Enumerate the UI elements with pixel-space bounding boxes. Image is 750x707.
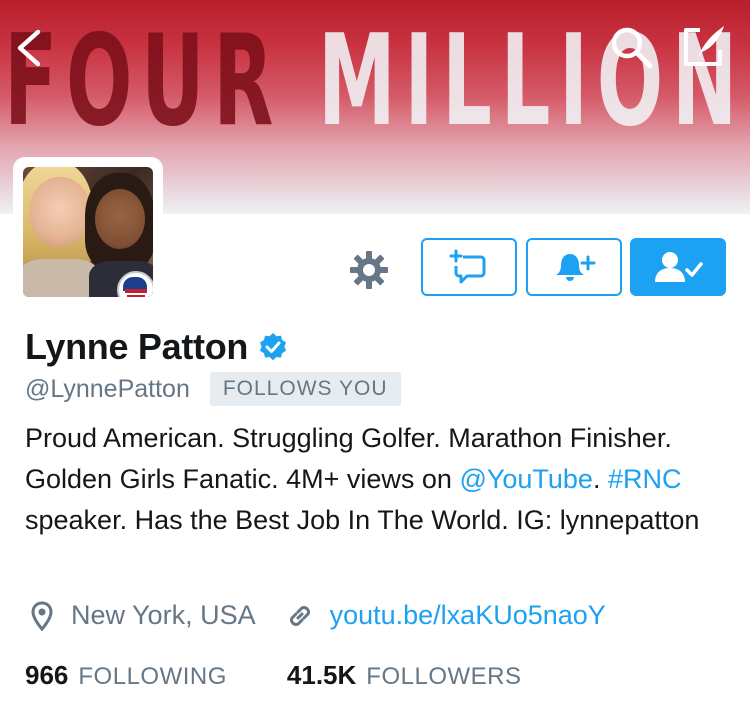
profile-name: Lynne Patton — [25, 326, 249, 367]
followers-count: 41.5K — [286, 660, 357, 690]
avatar-photo — [23, 167, 153, 297]
bio-hashtag-link[interactable]: #RNC — [608, 464, 682, 494]
following-label: FOLLOWING — [78, 663, 227, 690]
bio-mention-link[interactable]: @YouTube — [459, 464, 593, 494]
followers-label: FOLLOWERS — [366, 663, 522, 690]
verified-badge-icon — [260, 333, 287, 361]
location-pin-icon — [31, 600, 53, 631]
profile-name-row: Lynne Patton — [25, 326, 288, 368]
banner-word-1: FOUR — [4, 7, 283, 154]
gear-icon[interactable] — [348, 249, 390, 291]
profile-bio: Proud American. Struggling Golfer. Marat… — [25, 418, 725, 541]
follows-you-badge: FOLLOWS YOU — [209, 372, 401, 406]
notifications-button[interactable] — [526, 238, 622, 296]
followers-stat[interactable]: 41.5K FOLLOWERS — [287, 660, 522, 691]
following-button[interactable] — [630, 238, 726, 296]
profile-url-link[interactable]: youtu.be/lxaKUo5naoY — [330, 600, 606, 631]
direct-message-icon — [449, 249, 486, 284]
bell-plus-icon — [556, 254, 596, 281]
bio-text: . — [592, 464, 608, 494]
direct-message-button[interactable] — [421, 238, 517, 296]
bio-text: speaker. Has the Best Job In The World. … — [25, 505, 700, 535]
profile-avatar[interactable] — [13, 157, 163, 307]
following-count: 966 — [25, 660, 69, 690]
link-icon — [289, 605, 310, 626]
following-stat[interactable]: 966 FOLLOWING — [25, 660, 227, 691]
profile-stats: 966 FOLLOWING 41.5K FOLLOWERS — [25, 660, 522, 691]
campaign-pin-image — [117, 271, 153, 297]
search-icon[interactable] — [608, 24, 654, 70]
compose-icon[interactable] — [680, 22, 728, 70]
profile-handle: @LynnePatton — [25, 374, 190, 403]
profile-handle-row: @LynnePatton FOLLOWS YOU — [25, 372, 401, 406]
back-chevron-icon[interactable] — [14, 28, 44, 68]
profile-location: New York, USA — [71, 600, 256, 630]
profile-meta-row: New York, USA youtu.be/lxaKUo5naoY — [25, 600, 606, 631]
user-check-icon — [655, 252, 703, 282]
